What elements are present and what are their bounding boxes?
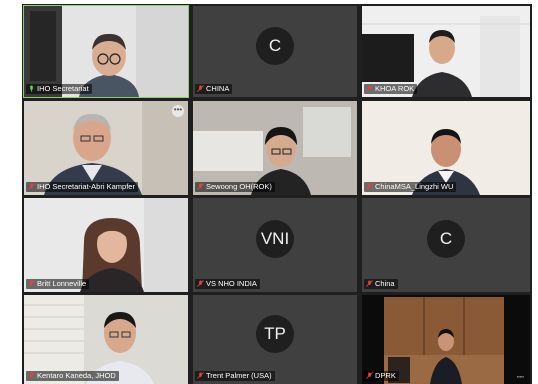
participant-avatar: C bbox=[427, 220, 465, 259]
video-tile[interactable]: ▪▪▪▪▪ DPRK bbox=[362, 295, 530, 384]
mic-muted-icon bbox=[366, 183, 373, 190]
participant-name-label: China bbox=[364, 279, 398, 289]
mic-muted-icon bbox=[366, 280, 373, 287]
participant-name-label: ChinaMSA_Lingzhi WU bbox=[364, 182, 457, 192]
participant-name-label: CHINA bbox=[195, 84, 233, 94]
video-tile[interactable]: Kentaro Kaneda, JHOD bbox=[24, 295, 188, 384]
mic-muted-icon bbox=[197, 372, 204, 379]
mic-muted-icon bbox=[28, 372, 35, 379]
participant-video bbox=[24, 198, 188, 292]
participant-name-label: IHO Secretariat-Abri Kampfer bbox=[26, 182, 138, 192]
participant-name-label: VS NHO INDIA bbox=[195, 279, 260, 289]
video-tile[interactable]: ChinaMSA_Lingzhi WU bbox=[362, 101, 530, 195]
video-tile[interactable]: TP Trent Palmer (USA) bbox=[193, 295, 357, 384]
participant-video bbox=[362, 101, 530, 195]
video-tile[interactable]: ••• IHO Secretariat-Abri Kampfer bbox=[24, 101, 188, 195]
video-tile[interactable]: Britt Lonneville bbox=[24, 198, 188, 292]
video-tile[interactable]: Sewoong OH(ROK) bbox=[193, 101, 357, 195]
video-tile[interactable]: IHO Secretariat bbox=[23, 5, 189, 98]
participant-name-label: Sewoong OH(ROK) bbox=[195, 182, 275, 192]
mic-icon bbox=[30, 85, 33, 92]
mic-muted-icon bbox=[28, 183, 35, 190]
more-options-icon[interactable]: ••• bbox=[172, 105, 184, 117]
mic-muted-icon bbox=[28, 280, 35, 287]
mic-muted-icon bbox=[197, 183, 204, 190]
video-tile[interactable]: C CHINA bbox=[193, 6, 357, 97]
mic-muted-icon bbox=[197, 280, 204, 287]
video-gallery: IHO Secretariat C CHINA KHOA ROK ••• IHO… bbox=[22, 4, 532, 384]
participant-avatar: C bbox=[256, 27, 294, 66]
participant-name-label: DPRK bbox=[364, 371, 399, 381]
participant-video bbox=[24, 101, 188, 195]
mic-muted-icon bbox=[366, 372, 373, 379]
video-tile[interactable]: VNI VS NHO INDIA bbox=[193, 198, 357, 292]
participant-avatar: VNI bbox=[256, 220, 294, 259]
participant-name-label: IHO Secretariat bbox=[26, 84, 92, 94]
participant-name-label: KHOA ROK bbox=[364, 84, 418, 94]
video-tile[interactable]: KHOA ROK bbox=[362, 6, 530, 97]
participant-name-label: Kentaro Kaneda, JHOD bbox=[26, 371, 119, 381]
video-tile[interactable]: C China bbox=[362, 198, 530, 292]
broadcast-watermark: ▪▪▪▪▪ bbox=[516, 374, 524, 379]
mic-muted-icon bbox=[197, 85, 204, 92]
participant-avatar: TP bbox=[256, 315, 294, 354]
participant-video bbox=[193, 101, 357, 195]
mic-muted-icon bbox=[366, 85, 373, 92]
participant-name-label: Britt Lonneville bbox=[26, 279, 90, 289]
participant-name-label: Trent Palmer (USA) bbox=[195, 371, 275, 381]
